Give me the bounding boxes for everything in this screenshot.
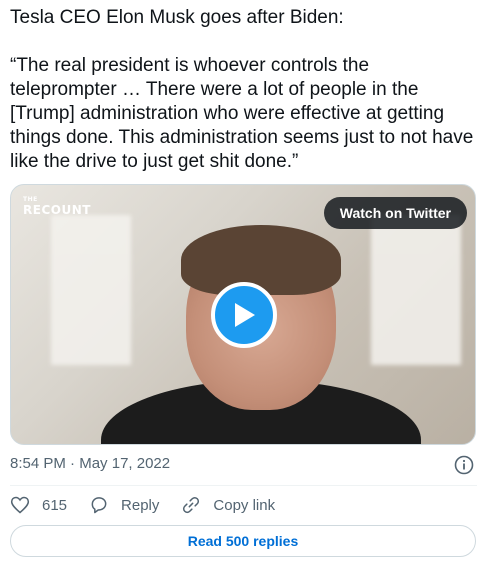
tweet-timestamp[interactable]: 8:54 PM · May 17, 2022 [10, 455, 170, 472]
play-icon [235, 303, 255, 327]
video-person-hair [181, 225, 341, 295]
tweet-headline: Tesla CEO Elon Musk goes after Biden: [10, 7, 344, 28]
like-button[interactable]: 615 [10, 495, 67, 515]
background-window [371, 215, 461, 365]
read-replies-button[interactable]: Read 500 replies [10, 525, 476, 557]
info-icon[interactable] [454, 455, 474, 475]
tweet-quote: “The real president is whoever controls … [10, 55, 474, 172]
reply-label: Reply [121, 496, 160, 514]
play-button[interactable] [211, 282, 277, 348]
reply-bubble-icon [91, 497, 107, 514]
copy-link-button[interactable]: Copy link [181, 495, 275, 515]
background-window [51, 215, 131, 365]
watch-on-twitter-button[interactable]: Watch on Twitter [323, 197, 467, 229]
copy-link-label: Copy link [213, 496, 276, 514]
link-icon [183, 496, 200, 514]
tweet-time: 8:54 PM [10, 455, 66, 472]
tweet-text: Tesla CEO Elon Musk goes after Biden: “T… [10, 6, 480, 174]
reply-button[interactable]: Reply [89, 495, 159, 515]
video-player[interactable]: THE RECOUNT Watch on Twitter [10, 184, 476, 445]
logo-main-text: RECOUNT [23, 203, 91, 217]
like-count: 615 [42, 496, 68, 514]
timestamp-separator: · [70, 455, 76, 472]
heart-icon [10, 496, 30, 514]
action-bar: 615 Reply Copy link [10, 494, 297, 516]
recount-logo: THE RECOUNT [23, 197, 91, 218]
divider [10, 485, 477, 486]
tweet-date: May 17, 2022 [79, 455, 171, 472]
